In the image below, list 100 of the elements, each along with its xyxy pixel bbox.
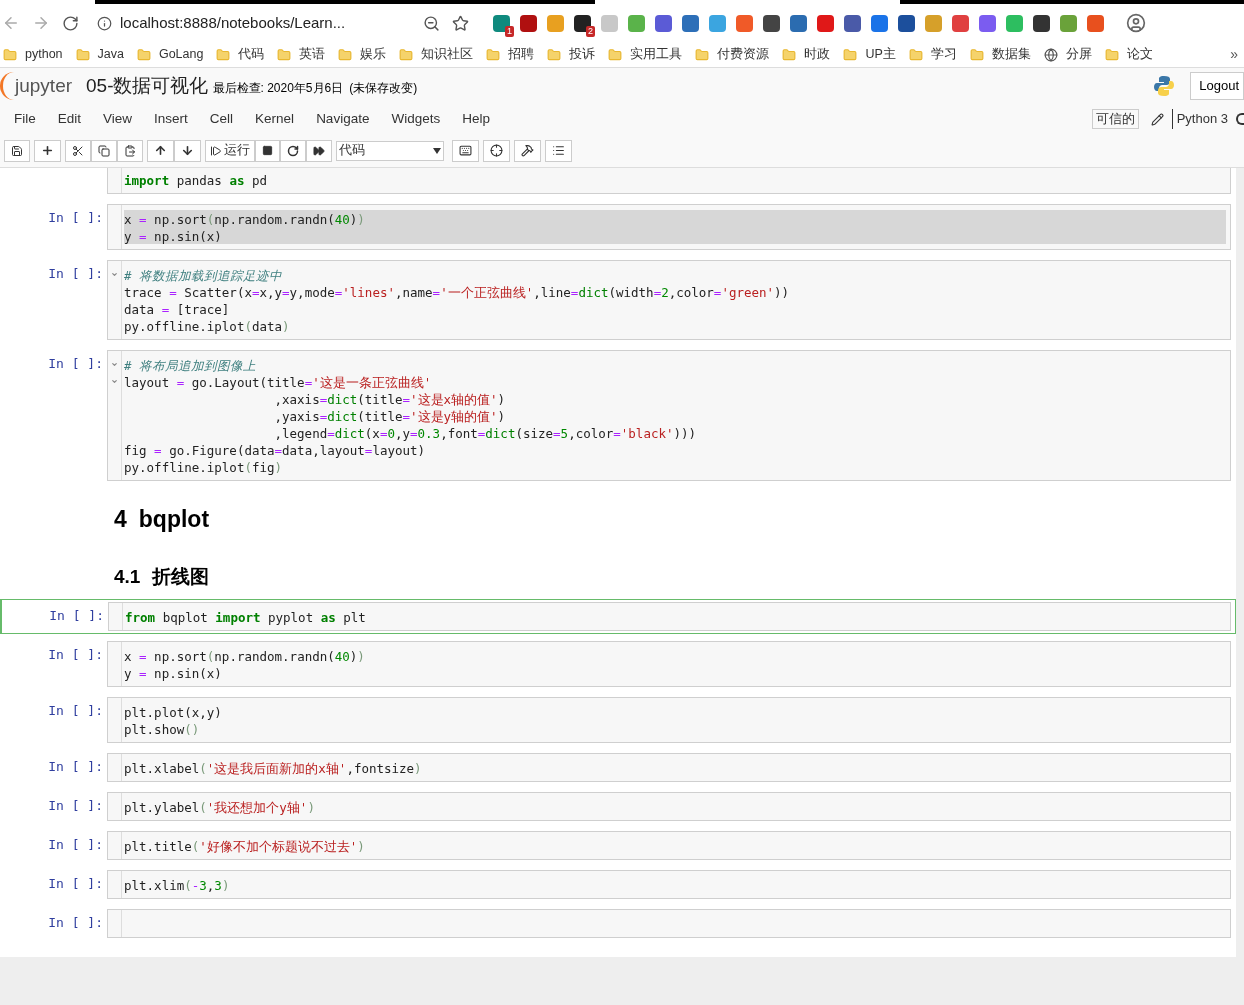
input-prompt: In [ ]: [48,836,103,854]
extension-icon[interactable] [844,14,861,32]
fold-icon[interactable] [111,271,118,278]
menu-item[interactable]: Cell [209,108,234,130]
bookmark-item[interactable]: 娱乐 [338,45,387,64]
input-prompt: In [ ]: [48,797,103,815]
menu-item[interactable]: Navigate [316,108,370,130]
menu-item[interactable]: View [103,108,133,130]
menu-item[interactable]: File [14,108,36,130]
extension-icon[interactable] [1033,14,1050,32]
add-cell-icon[interactable] [34,139,61,162]
menu-item[interactable]: Edit [57,108,82,130]
address-bar[interactable]: localhost:8888/notebooks/Learn... [91,8,411,38]
bookmark-item[interactable]: 知识社区 [399,45,474,64]
bookmark-item[interactable]: 数据集 [969,45,1031,64]
bookmark-item[interactable]: 论文 [1104,45,1153,64]
code-line: plt.title('好像不加个标题说不过去') [124,839,365,854]
jupyter-logo[interactable]: jupyter [0,71,73,101]
bookmark-item[interactable]: 英语 [277,45,326,64]
save-icon[interactable] [4,139,30,162]
code-line: plt.plot(x,y) [124,705,222,720]
bookmark-item[interactable]: 分屏 [1043,45,1092,64]
code-cell[interactable]: In [ ]: plt.xlabel('这是我后面新加的x轴',fontsize) [0,750,1236,785]
code-input[interactable]: x = np.sort(np.random.randn(40)) y = np.sin(x) [107,641,1231,687]
zoom-icon[interactable] [423,14,440,32]
code-input[interactable]: plt.plot(x,y) plt.show() [107,697,1231,743]
logout-button[interactable]: Logout [1190,72,1244,100]
checkpoint-text: 最后检查: 2020年5月6日 [212,80,344,97]
bookmark-item[interactable]: 实用工具 [608,45,683,64]
bookmark-item[interactable]: python [3,45,63,64]
folder-icon [399,47,414,62]
heading-number: 4 [114,505,127,534]
fold-icon[interactable] [111,378,118,385]
keyboard-icon[interactable] [452,139,479,162]
code-input[interactable]: # 将数据加载到追踪足迹中 trace = Scatter(x=x,y=y,mode='lines',name='一个正弦曲线',line=dict(width=2,color='green')) data = [trace] py.offline.iplot(data) [107,260,1231,340]
kernel-indicator-icon [1236,113,1244,125]
code-line: ,xaxis=dict(title='这是x轴的值') [273,392,506,407]
code-cell[interactable]: In [ ]: plt.title('好像不加个标题说不过去') [0,828,1236,863]
move-up-icon[interactable] [147,139,174,162]
menu-item[interactable]: Widgets [391,108,441,130]
profile-icon[interactable] [1126,13,1146,33]
edit-icon[interactable] [1150,112,1164,126]
code-input[interactable] [107,909,1231,938]
stop-icon[interactable] [255,139,280,162]
code-input[interactable]: import pandas as pd [107,168,1231,194]
input-prompt: In [ ]: [48,758,103,776]
extension-icon[interactable] [763,14,780,32]
cut-icon[interactable] [65,139,91,162]
extension-icon[interactable] [520,14,537,32]
bookmark-item[interactable]: 付费资源 [695,45,770,64]
move-down-icon[interactable] [174,139,201,162]
code-line: x = np.sort(np.random.randn(40)) [124,212,365,227]
code-cell[interactable]: In [ ]: x = np.sort(np.random.randn(40)) y = np.sin(x) [0,638,1236,690]
reload-icon[interactable] [62,14,79,32]
bookmark-item[interactable]: 学习 [908,45,957,64]
restart-icon[interactable] [280,139,306,162]
dropdown-caret-icon [433,147,441,154]
menu-item[interactable]: Kernel [255,108,295,130]
code-cell[interactable]: In [ ]: plt.plot(x,y) plt.show() [0,694,1236,746]
code-cell[interactable]: In [ ]: [0,906,1236,941]
code-cell[interactable]: In [ ]: x = np.sort(np.random.randn(40)) y = np.sin(x) [0,201,1236,253]
code-cell[interactable]: In [ ]: # 将数据加载到追踪足迹中 trace = Scatter(x=x,y=y,mode='lines',name='一个正弦曲线',line=dict(width=2,color='green')) data = [trace] py.offline.iplot(data) [0,257,1236,343]
code-cell[interactable]: In [ ]: plt.ylabel('我还想加个y轴') [0,789,1236,824]
bookmark-item[interactable]: Java [75,45,124,64]
bookmark-item[interactable]: GoLang [136,45,204,64]
extension-icon[interactable] [898,14,915,32]
cell-type-select[interactable]: 代码 [336,140,444,161]
code-input[interactable]: plt.title('好像不加个标题说不过去') [107,831,1231,860]
trusted-badge[interactable]: 可信的 [1091,108,1139,130]
code-input[interactable]: from bqplot import pyplot as plt [108,602,1231,631]
notebook-title[interactable]: 05-数据可视化 [86,71,209,101]
crosshair-icon[interactable] [483,139,510,162]
bookmark-item[interactable]: UP主 [843,45,896,64]
list-icon[interactable] [545,139,572,162]
menu-item[interactable]: Help [462,108,490,130]
code-input[interactable]: plt.xlim(-3,3) [107,870,1231,899]
bookmark-item[interactable]: 代码 [216,45,265,64]
menu-item[interactable]: Insert [154,108,188,130]
input-prompt: In [ ]: [48,914,103,932]
code-line: ,legend=dict(x=0,y=0.3,font=dict(size=5,color='black'))) [273,426,697,441]
folder-icon [969,47,984,62]
code-cell[interactable]: import pandas as pd [0,168,1236,197]
code-input[interactable]: plt.xlabel('这是我后面新加的x轴',fontsize) [107,753,1231,782]
code-cell[interactable]: In [ ]: from bqplot import pyplot as plt [0,599,1236,634]
extension-icon[interactable] [574,14,591,32]
run-button[interactable]: 运行 [205,139,255,162]
run-all-icon[interactable] [306,139,332,162]
bookmark-item[interactable]: 招聘 [486,45,535,64]
paste-icon[interactable] [117,139,143,162]
bookmark-star-icon[interactable] [452,14,469,32]
more-bookmarks[interactable]: » [1230,44,1238,65]
hammer-icon[interactable] [514,139,541,162]
input-prompt: In [ ]: [48,209,103,227]
code-cell[interactable]: In [ ]: plt.xlim(-3,3) [0,867,1236,902]
code-input[interactable]: plt.ylabel('我还想加个y轴') [107,792,1231,821]
code-line: y = np.sin(x) [124,666,222,681]
fold-icon[interactable] [111,361,118,368]
bookmark-item[interactable]: 时政 [782,45,831,64]
bookmark-item[interactable]: 投诉 [547,45,596,64]
code-input[interactable]: x = np.sort(np.random.randn(40)) y = np.sin(x) [107,204,1231,250]
